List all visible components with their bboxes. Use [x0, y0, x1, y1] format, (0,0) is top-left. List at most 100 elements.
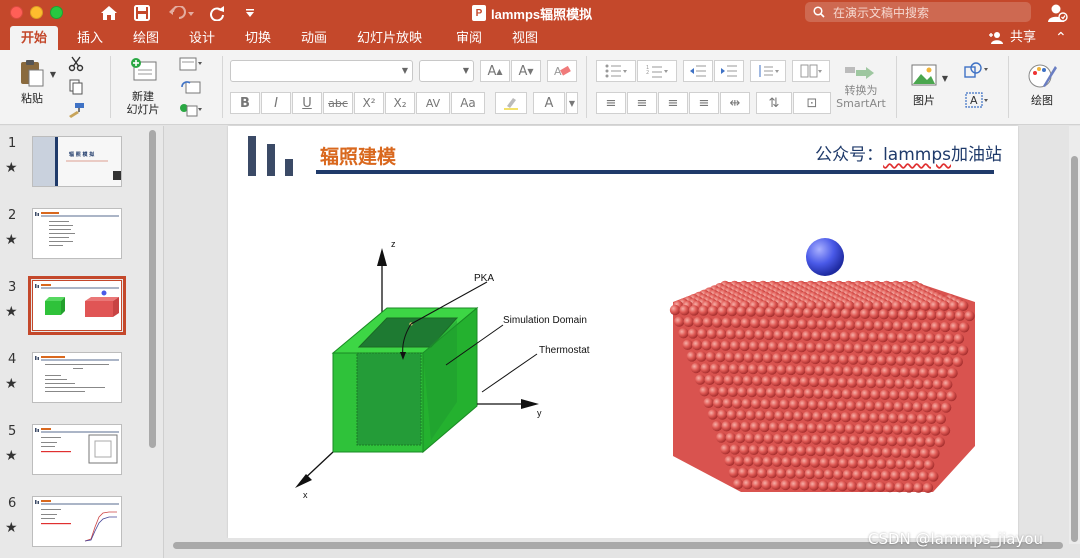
subscript-button[interactable]: X₂ [385, 92, 415, 114]
superscript-button[interactable]: X² [354, 92, 384, 114]
vertical-scrollbar-thumb[interactable] [1071, 156, 1078, 542]
strikethrough-button[interactable]: abc [323, 92, 353, 114]
lattice-atom [848, 354, 859, 365]
picture-button[interactable]: 图片 [904, 60, 944, 107]
lattice-atom [871, 470, 882, 481]
reset-icon[interactable] [176, 77, 206, 97]
change-case-button[interactable]: Aa [451, 92, 485, 114]
slide-thumbnail-6[interactable] [32, 496, 122, 547]
paste-dropdown-caret[interactable]: ▼ [48, 64, 58, 84]
numbering-button[interactable]: 12 [637, 60, 677, 82]
lattice-atom [778, 422, 789, 433]
tab-design[interactable]: 设计 [189, 26, 215, 50]
italic-button[interactable]: I [261, 92, 291, 114]
slide-title[interactable]: 辐照建模 [320, 142, 396, 169]
lattice-atom [830, 331, 841, 342]
highlight-button[interactable] [495, 92, 527, 114]
thumbnail-scrollbar[interactable] [149, 130, 156, 448]
lattice-atom [756, 387, 767, 398]
convert-smartart-button[interactable]: 转换为 SmartArt [836, 64, 886, 110]
customize-toolbar-icon[interactable] [240, 3, 260, 23]
tab-draw[interactable]: 绘图 [133, 26, 159, 50]
align-text-button[interactable]: ⊡ [793, 92, 831, 114]
document-title: P lammps辐照模拟 [472, 3, 592, 23]
undo-icon[interactable] [165, 3, 197, 23]
close-window-button[interactable] [10, 6, 23, 19]
minimize-window-button[interactable] [30, 6, 43, 19]
lattice-atom [768, 421, 780, 433]
tab-transitions[interactable]: 切换 [245, 26, 271, 50]
decrease-indent-button[interactable] [683, 60, 713, 82]
tab-slideshow[interactable]: 幻灯片放映 [357, 26, 422, 50]
lattice-atom [697, 328, 708, 339]
align-center-button[interactable]: ≡ [627, 92, 657, 114]
slide-thumbnail-2[interactable] [32, 208, 122, 259]
underline-button[interactable]: U [292, 92, 322, 114]
font-color-button[interactable]: A [533, 92, 565, 114]
atom-lattice-figure[interactable] [669, 236, 977, 496]
slide-thumbnail-5[interactable] [32, 424, 122, 475]
tab-view[interactable]: 视图 [512, 26, 538, 50]
picture-dropdown-caret[interactable]: ▼ [940, 68, 950, 88]
vertical-scrollbar[interactable] [1069, 126, 1080, 544]
text-box-button[interactable]: A [960, 90, 994, 110]
lattice-atom [926, 309, 937, 321]
slide-thumbnail-4[interactable] [32, 352, 122, 403]
lattice-atom [720, 340, 731, 351]
slide-thumbnail-1[interactable]: 辐 照 模 拟 [32, 136, 122, 187]
layout-icon[interactable] [176, 54, 206, 74]
new-slide-button[interactable]: 新建 幻灯片 [118, 56, 168, 116]
draw-button[interactable]: 绘图 [1020, 60, 1064, 107]
lattice-atom [918, 471, 929, 482]
distributed-button[interactable]: ⇹ [720, 92, 750, 114]
tab-home[interactable]: 开始 [10, 26, 59, 50]
shapes-button[interactable] [960, 60, 994, 80]
font-name-select[interactable]: ▼ [230, 60, 413, 82]
zoom-window-button[interactable] [50, 6, 63, 19]
bold-button[interactable]: B [230, 92, 260, 114]
tab-insert[interactable]: 插入 [77, 26, 103, 50]
slide-thumbnail-3[interactable] [28, 276, 126, 335]
redo-icon[interactable] [206, 3, 228, 23]
increase-indent-button[interactable] [714, 60, 744, 82]
scissors-icon[interactable] [64, 54, 88, 74]
lattice-atom [762, 352, 773, 364]
chevron-up-icon[interactable]: ⌃ [1055, 26, 1067, 50]
clear-format-button[interactable]: A [547, 60, 577, 82]
lattice-atom [839, 331, 851, 342]
align-left-button[interactable]: ≡ [596, 92, 626, 114]
account-icon[interactable] [1046, 3, 1068, 23]
lattice-atom [743, 456, 754, 467]
section-icon[interactable] [176, 100, 206, 120]
lattice-atom [786, 445, 798, 456]
grow-font-button[interactable]: A ▲ [480, 60, 510, 82]
tab-review[interactable]: 审阅 [456, 26, 482, 50]
share-button[interactable]: 共享 [988, 26, 1036, 50]
text-direction-button[interactable]: ⇅ [756, 92, 792, 114]
character-spacing-button[interactable]: AV [416, 92, 450, 114]
align-right-button[interactable]: ≡ [658, 92, 688, 114]
line-spacing-button[interactable] [750, 60, 786, 82]
tab-animations[interactable]: 动画 [301, 26, 327, 50]
font-size-select[interactable]: ▼ [419, 60, 474, 82]
format-painter-icon[interactable] [64, 100, 88, 120]
justify-button[interactable]: ≡ [689, 92, 719, 114]
lattice-atom [828, 457, 840, 469]
slide-account-label[interactable]: 公众号：lammps加油站 [815, 140, 1002, 165]
save-icon[interactable] [131, 3, 153, 23]
lattice-atom [939, 425, 951, 436]
bullets-button[interactable] [596, 60, 636, 82]
lattice-atom [878, 309, 890, 320]
lattice-atom [729, 340, 741, 351]
columns-button[interactable] [792, 60, 830, 82]
copy-icon[interactable] [64, 77, 88, 97]
current-slide[interactable]: 辐照建模 公众号：lammps加油站 z y x PKA Simulation … [228, 126, 1018, 538]
font-color-caret[interactable]: ▼ [566, 92, 578, 114]
simulation-domain-figure[interactable]: z y x PKA Simulation Domain Thermostat [265, 230, 623, 502]
new-slide-label-2: 幻灯片 [126, 103, 160, 116]
lattice-atom [712, 397, 724, 409]
shrink-font-button[interactable]: A ▼ [511, 60, 541, 82]
home-icon[interactable] [98, 3, 120, 23]
bullet-list-icon [605, 64, 627, 78]
search-box[interactable]: 在演示文稿中搜索 [805, 2, 1031, 22]
